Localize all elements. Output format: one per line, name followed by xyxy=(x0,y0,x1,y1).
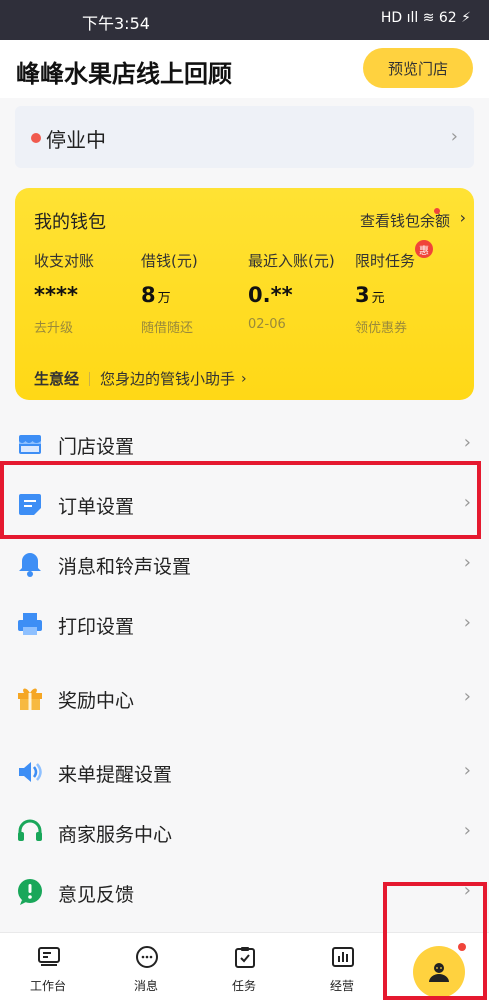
highlight-order-settings xyxy=(0,461,481,539)
gift-icon xyxy=(18,688,42,710)
status-dot xyxy=(31,133,41,143)
tab-label: 消息 xyxy=(133,979,158,993)
chevron-right-icon: › xyxy=(463,612,471,633)
status-bar: 下午3:54 HD ıll ≋ 62 ⚡ xyxy=(0,0,489,40)
menu-label: 消息和铃声设置 xyxy=(58,556,192,578)
stat-value: **** xyxy=(34,283,78,307)
printer-icon xyxy=(18,613,42,635)
store-status-label: 停业中 xyxy=(46,128,106,152)
stat-label: 收支对账 xyxy=(34,252,95,270)
notification-dot xyxy=(434,208,440,214)
menu-label: 来单提醒设置 xyxy=(58,764,173,786)
menu-item-message-ringtone[interactable]: 消息和铃声设置 › xyxy=(0,536,489,592)
wallet-card[interactable]: 我的钱包 查看钱包余额 › 收支对账 **** 去升级 借钱(元) 8万 随借随… xyxy=(15,188,474,400)
menu-label: 门店设置 xyxy=(58,436,135,458)
stat-sub: 随借随还 xyxy=(141,321,194,336)
status-time: 下午3:54 xyxy=(82,14,150,33)
tab-messages[interactable]: 消息 xyxy=(106,933,186,1000)
desk-icon xyxy=(38,947,60,966)
stat-value: 8万 xyxy=(141,283,171,307)
stat-sub: 02-06 xyxy=(248,317,286,332)
store-icon xyxy=(19,435,41,454)
stat-sub: 领优惠券 xyxy=(355,321,408,336)
menu-item-print-settings[interactable]: 打印设置 › xyxy=(0,596,489,652)
tab-workbench[interactable]: 工作台 xyxy=(8,933,88,1000)
menu-item-reward-center[interactable]: 奖励中心 › xyxy=(0,670,489,726)
chevron-right-icon: › xyxy=(450,126,458,147)
chat-icon xyxy=(136,946,158,968)
preview-store-button[interactable]: 预览门店 xyxy=(363,48,473,88)
menu-label: 商家服务中心 xyxy=(58,824,173,846)
business-tips-title: 生意经 xyxy=(34,370,80,388)
stat-loan[interactable]: 借钱(元) 8万 随借随还 xyxy=(141,250,251,336)
page-header: 峰峰水果店线上回顾 预览门店 xyxy=(0,40,489,98)
menu-label: 奖励中心 xyxy=(58,690,135,712)
chevron-right-icon: › xyxy=(459,208,466,227)
stat-value: 0.** xyxy=(248,283,293,307)
store-status-card[interactable]: 停业中 › xyxy=(15,106,474,168)
speaker-icon xyxy=(19,762,42,782)
feedback-icon xyxy=(18,879,42,905)
stat-sub: 去升级 xyxy=(34,321,74,336)
chevron-right-icon: › xyxy=(463,686,471,707)
stat-label: 限时任务 xyxy=(355,252,416,270)
highlight-me-tab xyxy=(383,882,487,1000)
stat-label: 最近入账(元) xyxy=(248,252,335,270)
stat-value: 3元 xyxy=(355,283,385,307)
status-tray: HD ıll ≋ 62 ⚡ xyxy=(380,10,471,26)
menu-item-order-alert[interactable]: 来单提醒设置 › xyxy=(0,744,489,800)
tab-label: 工作台 xyxy=(29,979,66,993)
bell-icon xyxy=(19,553,41,577)
chart-icon xyxy=(332,947,354,967)
divider xyxy=(89,371,91,386)
stat-recent-income[interactable]: 最近入账(元) 0.** 02-06 xyxy=(248,250,358,332)
discount-badge: 惠 xyxy=(415,240,433,258)
tab-label: 经营 xyxy=(329,979,354,993)
chevron-right-icon: › xyxy=(241,370,247,387)
chevron-right-icon: › xyxy=(463,820,471,841)
business-tips-link[interactable]: 生意经 您身边的管钱小助手 › xyxy=(34,368,247,389)
business-tips-text: 您身边的管钱小助手 xyxy=(100,370,236,388)
wallet-title: 我的钱包 xyxy=(34,212,106,233)
menu-item-merchant-service[interactable]: 商家服务中心 › xyxy=(0,804,489,860)
task-icon xyxy=(235,947,255,968)
chevron-right-icon: › xyxy=(463,760,471,781)
menu-label: 意见反馈 xyxy=(58,884,135,906)
chevron-right-icon: › xyxy=(463,552,471,573)
stat-reconcile[interactable]: 收支对账 **** 去升级 xyxy=(34,250,144,336)
headset-icon xyxy=(18,819,42,841)
tab-label: 任务 xyxy=(231,979,256,993)
stat-label: 借钱(元) xyxy=(141,252,198,270)
menu-label: 打印设置 xyxy=(58,616,135,638)
page-title: 峰峰水果店线上回顾 xyxy=(16,60,232,88)
chevron-right-icon: › xyxy=(463,432,471,453)
stat-limited-task[interactable]: 限时任务 3元 领优惠券 xyxy=(355,250,465,336)
tab-tasks[interactable]: 任务 xyxy=(204,933,284,1000)
tab-business[interactable]: 经营 xyxy=(302,933,382,1000)
